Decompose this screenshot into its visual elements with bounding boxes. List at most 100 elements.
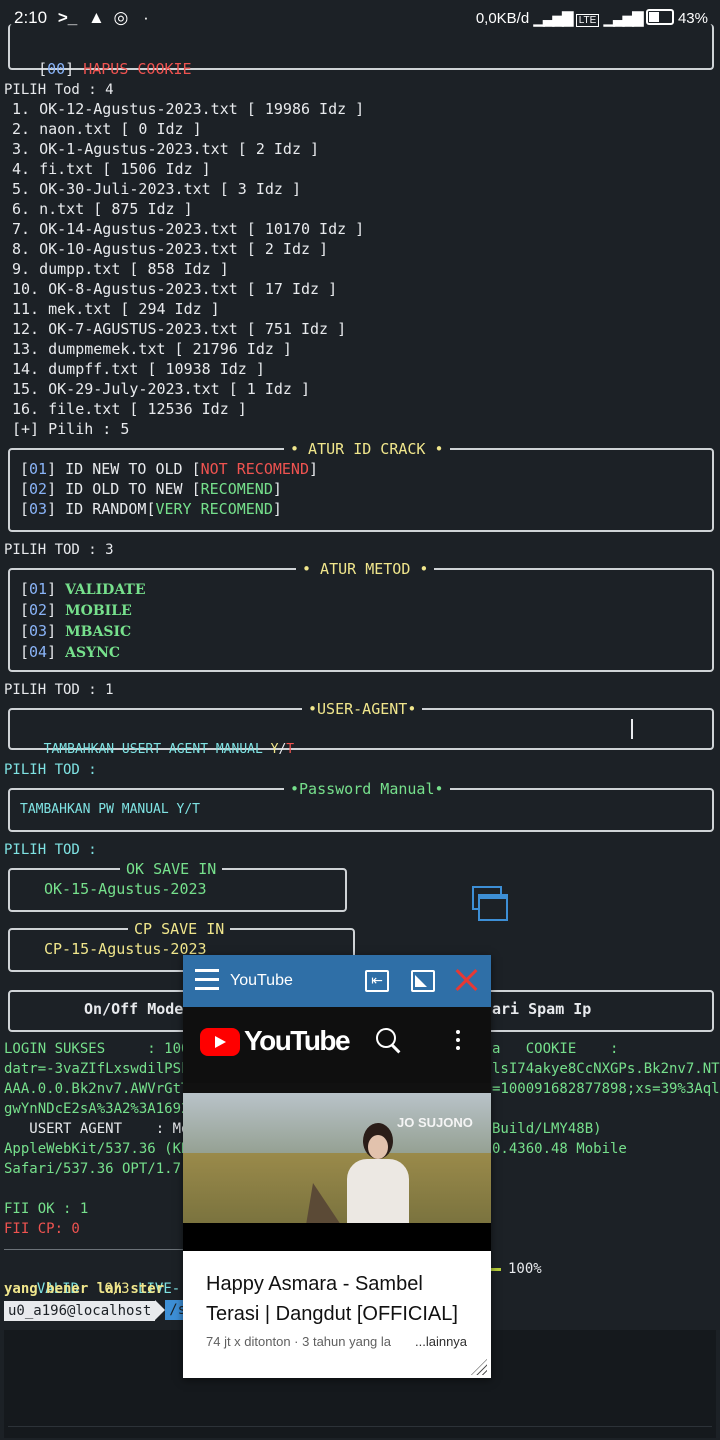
file-list-item: 9. dumpp.txt [ 858 Idz ] (12, 260, 229, 278)
youtube-popup[interactable]: YouTube ⇤ YouTube JO SUJONO Happy Asmara… (183, 955, 491, 1378)
option-label: MOBILE (65, 603, 132, 619)
file-list-item: 11. mek.txt [ 294 Idz ] (12, 300, 220, 318)
youtube-header: YouTube (183, 1007, 491, 1083)
option-num: 01 (29, 460, 48, 478)
atur-id-option[interactable]: [02] ID OLD TO NEW [RECOMEND] (20, 479, 318, 499)
option-label: ID NEW TO OLD (65, 460, 192, 478)
video-thumbnail[interactable]: JO SUJONO (183, 1083, 491, 1251)
ua-line-3-left: Safari/537.36 OPT/1.7. (4, 1161, 190, 1177)
ua-line-1-right: Build/LMY48B) (492, 1121, 602, 1137)
battery-icon (645, 9, 674, 25)
cookie-line-1-right: lsI74akye8CcNXGPs.Bk2nv7.NT. (492, 1061, 720, 1077)
atur-metod-option[interactable]: [03] MBASIC (20, 621, 146, 642)
file-list-item: 15. OK-29-July-2023.txt [ 1 Idz ] (12, 380, 311, 398)
atur-id-crack-title: • ATUR ID CRACK • (284, 439, 450, 459)
mode-text-left: On/Off Mode (84, 1000, 193, 1018)
prompt-pilih-tod-5: PILIH TOD : (4, 842, 97, 858)
option-num: 03 (29, 622, 48, 640)
atur-metod-list: [01] VALIDATE [02] MOBILE [03] MBASIC [04] … (20, 579, 146, 663)
option-label: VALIDATE (65, 582, 146, 598)
divider-line (4, 1249, 184, 1250)
youtube-logo-text: YouTube (244, 1025, 351, 1056)
shell-prompt: u0_a196@localhost/s (4, 1300, 191, 1321)
fii-cp: FII CP: 0 (4, 1221, 80, 1237)
option-num: 02 (29, 480, 48, 498)
menu-icon[interactable] (195, 969, 219, 991)
prompt-pilih-tod-3: PILIH TOD : 1 (4, 682, 114, 698)
prompt-pilih-tod-2: PILIH TOD : 3 (4, 542, 114, 558)
ok-save-title: OK SAVE IN (120, 859, 223, 879)
mode-text-right: ari Spam Ip (492, 1000, 592, 1018)
cookie-line-1-left: datr=-3vaZIfLxswdilPSk (4, 1061, 190, 1077)
user-agent-t: T (286, 742, 295, 757)
close-icon[interactable] (453, 967, 479, 993)
file-list-item: 2. naon.txt [ 0 Idz ] (12, 120, 202, 138)
file-list-item: 14. dumpff.txt [ 10938 Idz ] (12, 360, 265, 378)
atur-id-list: [01] ID NEW TO OLD [NOT RECOMEND] [02] ID… (20, 459, 318, 519)
file-list-item: 12. OK-7-AGUSTUS-2023.txt [ 751 Idz ] (12, 320, 347, 338)
prompt-pilih-tod-1: PILIH Tod : 4 (4, 82, 114, 98)
atur-metod-option[interactable]: [01] VALIDATE (20, 579, 146, 600)
thumbnail-letterbox-bottom (183, 1223, 491, 1251)
file-list-item: 4. fi.txt [ 1506 Idz ] (12, 160, 211, 178)
option-tag: RECOMEND (200, 480, 273, 498)
ua-line-2-right: 0.4360.48 Mobile (492, 1141, 627, 1157)
user-agent-text: TAMBAHKAN USERT AGENT MANUAL (43, 742, 271, 757)
atur-id-option[interactable]: [03] ID RANDOM[VERY RECOMEND] (20, 499, 318, 519)
atur-metod-title: • ATUR METOD • (296, 559, 435, 579)
password-manual-title: •Password Manual• (284, 779, 450, 799)
file-list-item: 6. n.txt [ 875 Idz ] (12, 200, 193, 218)
option-num: 01 (29, 580, 48, 598)
thumbnail-caption: JO SUJONO (397, 1115, 473, 1130)
option-label: ASYNC (65, 645, 121, 661)
file-list-item: 13. dumpmemek.txt [ 21796 Idz ] (12, 340, 292, 358)
fii-ok: FII OK : 1 (4, 1201, 89, 1217)
option-num: 03 (29, 500, 48, 518)
file-list-item: 5. OK-30-Juli-2023.txt [ 3 Idz ] (12, 180, 301, 198)
back-icon[interactable]: ⇤ (365, 970, 389, 992)
popup-app-name: YouTube (230, 972, 293, 989)
ok-save-value: OK-15-Agustus-2023 (44, 880, 207, 898)
more-options-icon[interactable] (456, 1030, 460, 1050)
file-list-item: 3. OK-1-Agustus-2023.txt [ 2 Idz ] (12, 140, 320, 158)
show-more-link[interactable]: ...lainnya (415, 1334, 467, 1349)
atur-metod-option[interactable]: [04] ASYNC (20, 642, 146, 663)
text-cursor (631, 719, 633, 739)
prompt-pilih: [+] Pilih : 5 (12, 420, 130, 438)
youtube-logo-icon[interactable] (200, 1028, 240, 1056)
option-num: 02 (29, 601, 48, 619)
progress-bar-fill (491, 1268, 501, 1271)
file-list-item: 16. file.txt [ 12536 Idz ] (12, 400, 247, 418)
shell-user: u0_a196@localhost (4, 1301, 156, 1321)
option-tag: VERY RECOMEND (155, 500, 273, 518)
file-list-item: 1. OK-12-Agustus-2023.txt [ 19986 Idz ] (12, 100, 365, 118)
file-list-item: 10. OK-8-Agustus-2023.txt [ 17 Idz ] (12, 280, 338, 298)
bottom-divider (8, 1426, 712, 1427)
video-info[interactable]: Happy Asmara - Sambel Terasi | Dangdut [… (183, 1251, 491, 1378)
video-title[interactable]: Happy Asmara - Sambel Terasi | Dangdut [… (206, 1269, 476, 1329)
file-list-item: 8. OK-10-Agustus-2023.txt [ 2 Idz ] (12, 240, 329, 258)
search-icon[interactable] (376, 1028, 402, 1056)
ua-label: USERT AGENT : Moz (4, 1121, 198, 1137)
login-sukses-line: LOGIN SUKSES : 1000 (4, 1041, 198, 1057)
prompt-pilih-tod-4: PILIH TOD : (4, 762, 97, 778)
resize-handle-icon[interactable] (471, 1359, 487, 1375)
atur-id-option[interactable]: [01] ID NEW TO OLD [NOT RECOMEND] (20, 459, 318, 479)
video-meta: 74 jt x ditonton · 3 tahun yang la (206, 1334, 392, 1349)
resize-icon[interactable] (411, 970, 435, 992)
cp-save-title: CP SAVE IN (128, 919, 231, 939)
option-num: 04 (29, 643, 48, 661)
file-list: 1. OK-12-Agustus-2023.txt [ 19986 Idz ] 2… (12, 99, 364, 419)
user-agent-prompt[interactable]: TAMBAHKAN USERT AGENT MANUAL Y/T (28, 720, 294, 760)
atur-metod-option[interactable]: [02] MOBILE (20, 600, 146, 621)
password-manual-prompt[interactable]: TAMBAHKAN PW MANUAL Y/T (20, 800, 200, 820)
progress-percent: 100% (508, 1261, 542, 1277)
menu-item-hapus-cookie[interactable]: [00] HAPUS COOKIE (20, 39, 192, 79)
popup-title-bar[interactable]: YouTube ⇤ (183, 955, 491, 1007)
menu-item-label: HAPUS COOKIE (83, 60, 192, 78)
option-tag: NOT RECOMEND (200, 460, 309, 478)
floating-window-icon[interactable] (472, 886, 508, 921)
shell-arrow-icon (155, 1300, 166, 1320)
option-label: MBASIC (65, 624, 132, 640)
cookie-line-2-left: AAA.0.0.Bk2nv7.AWVrGtT (4, 1081, 190, 1097)
